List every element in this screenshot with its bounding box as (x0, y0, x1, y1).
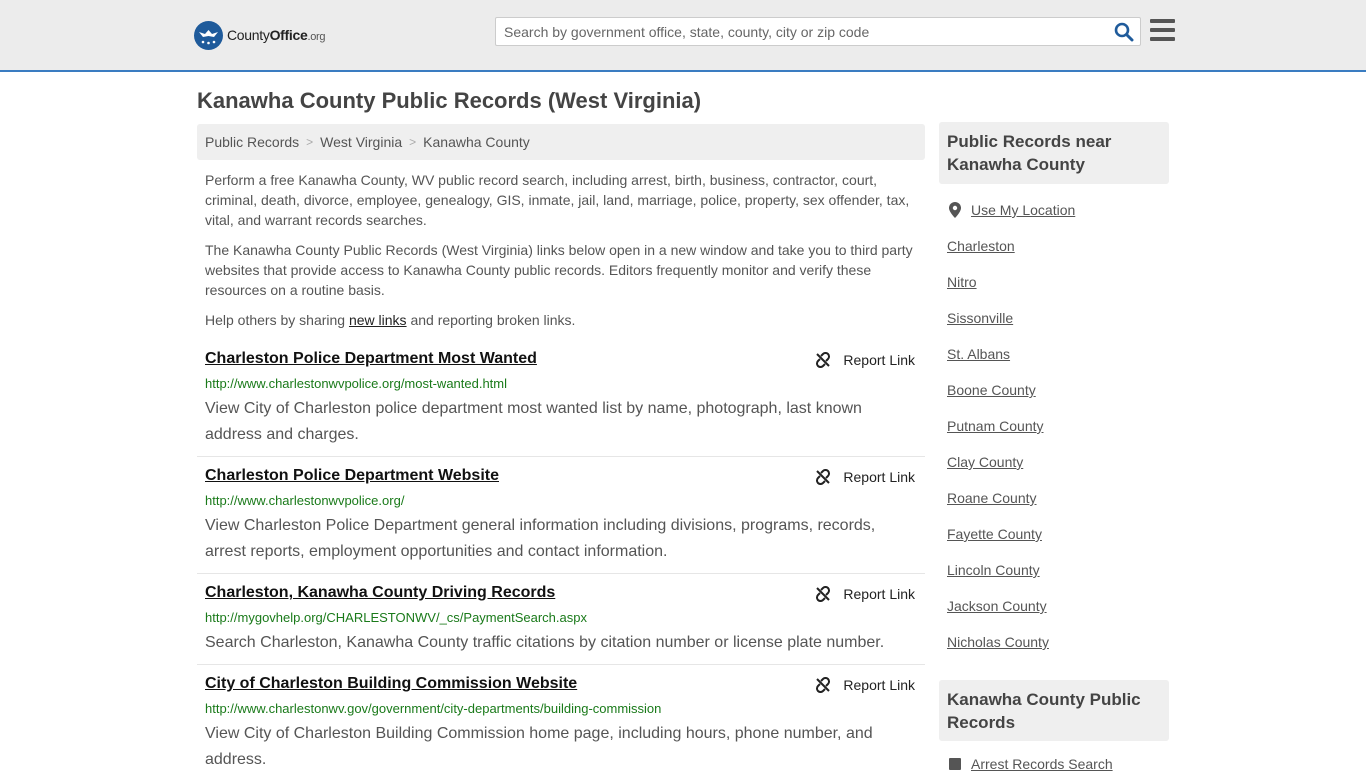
breadcrumb-separator-icon: > (306, 135, 314, 149)
record-icon (949, 758, 961, 770)
map-pin-icon (949, 202, 961, 218)
sidebar-place-link[interactable]: Charleston (947, 238, 1015, 254)
result-url: http://www.charlestonwv.gov/government/c… (205, 701, 662, 716)
result-item: Charleston Police Department Website Rep… (197, 467, 925, 574)
sidebar-place-link[interactable]: Lincoln County (947, 562, 1040, 578)
header-bar: CountyOffice.org (0, 0, 1366, 72)
result-title-link[interactable]: Charleston, Kanawha County Driving Recor… (205, 584, 555, 602)
breadcrumb-west-virginia[interactable]: West Virginia (320, 134, 402, 150)
use-my-location-link[interactable]: Use My Location (971, 202, 1075, 218)
result-url: http://www.charlestonwvpolice.org/ (205, 493, 405, 508)
result-item: Charleston, Kanawha County Driving Recor… (197, 584, 925, 665)
report-link-button[interactable]: Report Link (815, 586, 915, 602)
result-description: View Charleston Police Department genera… (205, 517, 876, 560)
broken-link-icon (816, 677, 831, 693)
breadcrumb-separator-icon: > (409, 135, 417, 149)
county-records-heading: Kanawha County Public Records (939, 680, 1169, 741)
result-description: View City of Charleston Building Commiss… (205, 725, 873, 768)
result-url: http://www.charlestonwvpolice.org/most-w… (205, 376, 508, 391)
broken-link-icon (816, 469, 831, 485)
disclaimer-paragraph: The Kanawha County Public Records (West … (205, 242, 913, 298)
sidebar-place-link[interactable]: Nitro (947, 274, 977, 290)
search-input[interactable] (496, 18, 1096, 45)
report-link-button[interactable]: Report Link (815, 677, 915, 693)
use-location-row: Use My Location (949, 202, 1075, 218)
breadcrumb: Public Records > West Virginia > Kanawha… (197, 124, 925, 160)
result-item: Charleston Police Department Most Wanted… (197, 350, 925, 457)
result-description: Search Charleston, Kanawha County traffi… (205, 634, 885, 651)
result-title-link[interactable]: Charleston Police Department Most Wanted (205, 350, 537, 368)
intro-paragraph: Perform a free Kanawha County, WV public… (205, 172, 910, 228)
sidebar-place-link[interactable]: Clay County (947, 454, 1023, 470)
result-item: City of Charleston Building Commission W… (197, 675, 925, 768)
page-title: Kanawha County Public Records (West Virg… (197, 88, 702, 113)
nearby-records-heading: Public Records near Kanawha County (939, 122, 1169, 184)
report-link-label: Report Link (843, 352, 915, 368)
report-link-label: Report Link (843, 586, 915, 602)
new-links-link[interactable]: new links (349, 312, 407, 328)
sidebar-place-link[interactable]: Boone County (947, 382, 1036, 398)
report-link-button[interactable]: Report Link (815, 352, 915, 368)
arrest-records-search-link[interactable]: Arrest Records Search (971, 756, 1113, 772)
eagle-seal-icon (194, 20, 223, 50)
breadcrumb-kanawha-county[interactable]: Kanawha County (423, 134, 530, 150)
result-title-link[interactable]: Charleston Police Department Website (205, 467, 499, 485)
broken-link-icon (816, 352, 831, 368)
report-link-label: Report Link (843, 469, 915, 485)
report-link-button[interactable]: Report Link (815, 469, 915, 485)
sidebar-place-link[interactable]: Fayette County (947, 526, 1042, 542)
sidebar-place-link[interactable]: Roane County (947, 490, 1037, 506)
breadcrumb-public-records[interactable]: Public Records (205, 134, 299, 150)
search-icon[interactable] (1114, 22, 1134, 42)
hamburger-menu-icon[interactable] (1150, 19, 1175, 41)
sidebar-place-link[interactable]: Putnam County (947, 418, 1044, 434)
broken-link-icon (816, 586, 831, 602)
logo-text: CountyOffice.org (227, 27, 326, 43)
search-box (495, 17, 1141, 46)
result-url: http://mygovhelp.org/CHARLESTONWV/_cs/Pa… (205, 610, 587, 625)
site-logo[interactable]: CountyOffice.org (194, 20, 326, 50)
sidebar-place-link[interactable]: St. Albans (947, 346, 1010, 362)
report-link-label: Report Link (843, 677, 915, 693)
result-description: View City of Charleston police departmen… (205, 400, 862, 443)
result-title-link[interactable]: City of Charleston Building Commission W… (205, 675, 577, 693)
sidebar-place-link[interactable]: Sissonville (947, 310, 1013, 326)
share-links-paragraph: Help others by sharing new links and rep… (205, 312, 576, 328)
sidebar-place-link[interactable]: Jackson County (947, 598, 1047, 614)
county-link-row: Arrest Records Search (949, 756, 1113, 772)
sidebar-place-link[interactable]: Nicholas County (947, 634, 1049, 650)
